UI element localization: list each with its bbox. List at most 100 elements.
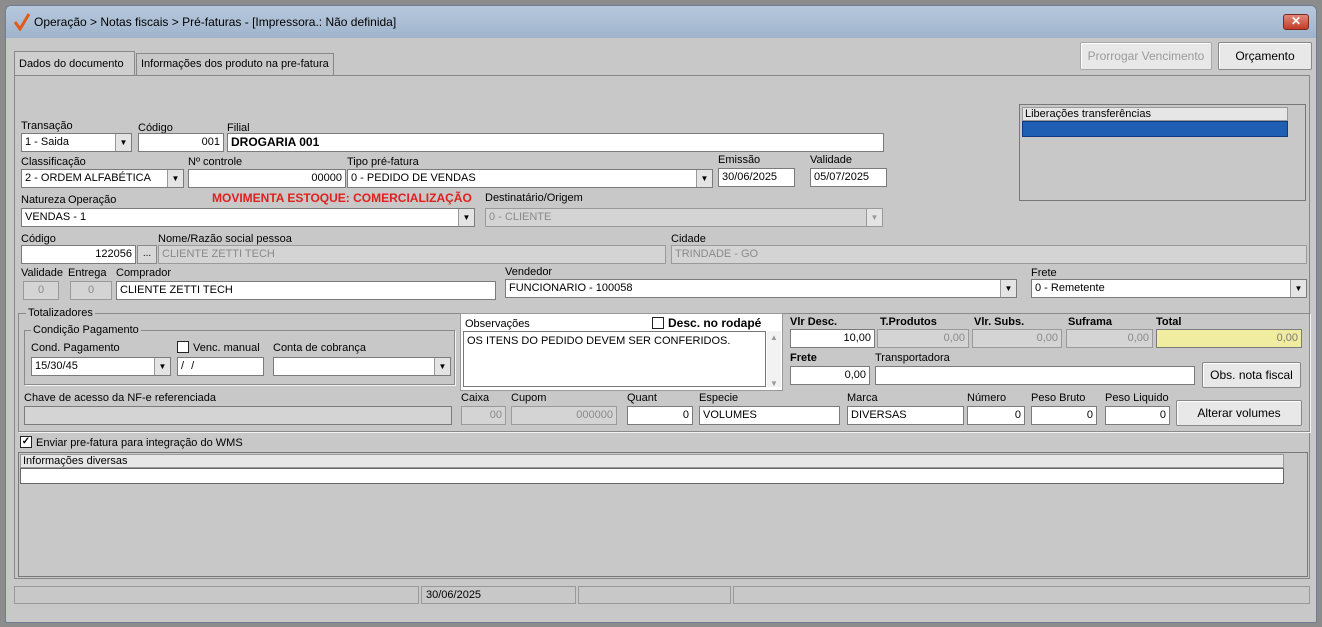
status-panel-4 (733, 586, 1310, 604)
frete-total-label: Frete (790, 352, 817, 364)
caixa-field[interactable]: 00 (461, 406, 506, 425)
movimenta-estoque-text: MOVIMENTA ESTOQUE: COMERCIALIZAÇÃO (212, 191, 472, 205)
vlr-desc-label: Vlr Desc. (790, 316, 838, 328)
vendedor-select[interactable]: FUNCIONARIO - 100058 ▼ (505, 279, 1017, 298)
vlr-subs-field[interactable]: 0,00 (972, 329, 1062, 348)
total-field[interactable]: 0,00 (1156, 329, 1302, 348)
title-bar: Operação > Notas fiscais > Pré-faturas -… (6, 6, 1316, 38)
marca-field[interactable]: DIVERSAS (847, 406, 964, 425)
cond-pagamento-label: Cond. Pagamento (31, 342, 120, 354)
destinatario-select[interactable]: 0 - CLIENTE ▼ (485, 208, 883, 227)
cupom-label: Cupom (511, 392, 547, 404)
peso-liquido-field[interactable]: 0 (1105, 406, 1170, 425)
chevron-down-icon: ▼ (1290, 280, 1306, 297)
status-date: 30/06/2025 (421, 586, 576, 604)
nome-field[interactable]: CLIENTE ZETTI TECH (158, 245, 666, 264)
numero-field[interactable]: 0 (967, 406, 1025, 425)
vlr-desc-field[interactable]: 10,00 (790, 329, 875, 348)
alterar-volumes-button[interactable]: Alterar volumes (1176, 400, 1302, 426)
operacao-label: Operação (68, 194, 117, 206)
entrega-label: Entrega (68, 267, 107, 279)
informacoes-diversas-header: Informações diversas (20, 454, 1284, 468)
chevron-down-icon: ▼ (434, 358, 450, 375)
codigo-pessoa-field[interactable]: 122056 (21, 245, 136, 264)
suframa-field[interactable]: 0,00 (1066, 329, 1153, 348)
tipo-prefatura-label: Tipo pré-fatura (347, 156, 419, 168)
orcamento-button[interactable]: Orçamento (1218, 42, 1312, 70)
cond-pagamento-select[interactable]: 15/30/45 ▼ (31, 357, 171, 376)
cond-pagamento-value: 15/30/45 (35, 360, 78, 372)
venc-manual-checkbox[interactable] (177, 341, 189, 353)
liberacoes-list[interactable]: Liberações transferências (1019, 104, 1306, 201)
entrega-field[interactable]: 0 (70, 281, 112, 300)
observacoes-scrollbar[interactable]: ▲ ▼ (767, 331, 781, 388)
liberacoes-header: Liberações transferências (1022, 107, 1288, 121)
quant-field[interactable]: 0 (627, 406, 693, 425)
prorrogar-vencimento-button[interactable]: Prorrogar Vencimento (1080, 42, 1212, 70)
emissao-field[interactable]: 30/06/2025 (718, 168, 795, 187)
observacoes-textarea[interactable]: OS ITENS DO PEDIDO DEVEM SER CONFERIDOS. (463, 331, 766, 387)
tab-informacoes-produtos[interactable]: Informações dos produto na pre-fatura (136, 53, 334, 75)
classificacao-value: 2 - ORDEM ALFABÉTICA (25, 172, 151, 184)
condicao-title: Condição Pagamento (31, 324, 141, 336)
cidade-label: Cidade (671, 233, 706, 245)
validade-label: Validade (810, 154, 852, 166)
liberacoes-selected-row[interactable] (1022, 121, 1288, 137)
total-label: Total (1156, 316, 1182, 328)
natureza-select[interactable]: VENDAS - 1 ▼ (21, 208, 475, 227)
chevron-down-icon: ▼ (696, 170, 712, 187)
venc-manual-field[interactable]: / / (177, 357, 264, 376)
peso-bruto-label: Peso Bruto (1031, 392, 1086, 404)
cupom-field[interactable]: 000000 (511, 406, 617, 425)
main-window: Operação > Notas fiscais > Pré-faturas -… (5, 5, 1317, 623)
observacoes-label: Observações (465, 318, 530, 330)
natureza-label: Natureza (21, 194, 66, 206)
suframa-label: Suframa (1068, 316, 1113, 328)
tab-dados-documento[interactable]: Dados do documento (14, 51, 135, 75)
obs-nota-fiscal-button[interactable]: Obs. nota fiscal (1202, 362, 1301, 388)
transacao-label: Transação (21, 120, 73, 132)
informacoes-diversas-list[interactable]: Informações diversas (18, 452, 1308, 577)
validade2-field[interactable]: 0 (23, 281, 59, 300)
transportadora-label: Transportadora (875, 352, 950, 364)
vendedor-value: FUNCIONARIO - 100058 (509, 282, 633, 294)
validade-field[interactable]: 05/07/2025 (810, 168, 887, 187)
frete-total-field[interactable]: 0,00 (790, 366, 870, 385)
chevron-down-icon: ▼ (115, 134, 131, 151)
search-pessoa-button[interactable]: ... (137, 245, 157, 264)
conta-cobranca-label: Conta de cobrança (273, 342, 366, 354)
desc-rodape-checkbox[interactable] (652, 317, 664, 329)
n-controle-field[interactable]: 00000 (188, 169, 346, 188)
tipo-prefatura-select[interactable]: 0 - PEDIDO DE VENDAS ▼ (347, 169, 713, 188)
t-produtos-field[interactable]: 0,00 (877, 329, 969, 348)
transacao-select[interactable]: 1 - Saida ▼ (21, 133, 132, 152)
frete-select[interactable]: 0 - Remetente ▼ (1031, 279, 1307, 298)
filial-field[interactable]: DROGARIA 001 (227, 133, 884, 152)
especie-field[interactable]: VOLUMES (699, 406, 840, 425)
caixa-label: Caixa (461, 392, 490, 404)
chevron-down-icon: ▼ (458, 209, 474, 226)
wms-checkbox[interactable]: ✓ (20, 436, 32, 448)
classificacao-select[interactable]: 2 - ORDEM ALFABÉTICA ▼ (21, 169, 184, 188)
numero-label: Número (967, 392, 1007, 404)
window-title: Operação > Notas fiscais > Pré-faturas -… (34, 15, 397, 29)
close-button[interactable]: ✕ (1283, 14, 1309, 30)
chave-field[interactable] (24, 406, 452, 425)
natureza-value: VENDAS - 1 (25, 211, 87, 223)
status-panel-3 (578, 586, 731, 604)
peso-bruto-field[interactable]: 0 (1031, 406, 1097, 425)
t-produtos-label: T.Produtos (880, 316, 937, 328)
informacoes-diversas-row[interactable] (20, 468, 1284, 484)
codigo-field[interactable]: 001 (138, 133, 224, 152)
n-controle-label: Nº controle (188, 156, 243, 168)
marca-label: Marca (847, 392, 878, 404)
cidade-field[interactable]: TRINDADE - GO (671, 245, 1307, 264)
especie-label: Especie (699, 392, 739, 404)
status-panel-1 (14, 586, 419, 604)
comprador-field[interactable]: CLIENTE ZETTI TECH (116, 281, 496, 300)
destinatario-label: Destinatário/Origem (485, 192, 583, 204)
conta-cobranca-select[interactable]: ▼ (273, 357, 451, 376)
chave-label: Chave de acesso da NF-e referenciada (24, 392, 216, 404)
transportadora-field[interactable] (875, 366, 1195, 385)
venc-manual-label: Venc. manual (193, 342, 260, 354)
